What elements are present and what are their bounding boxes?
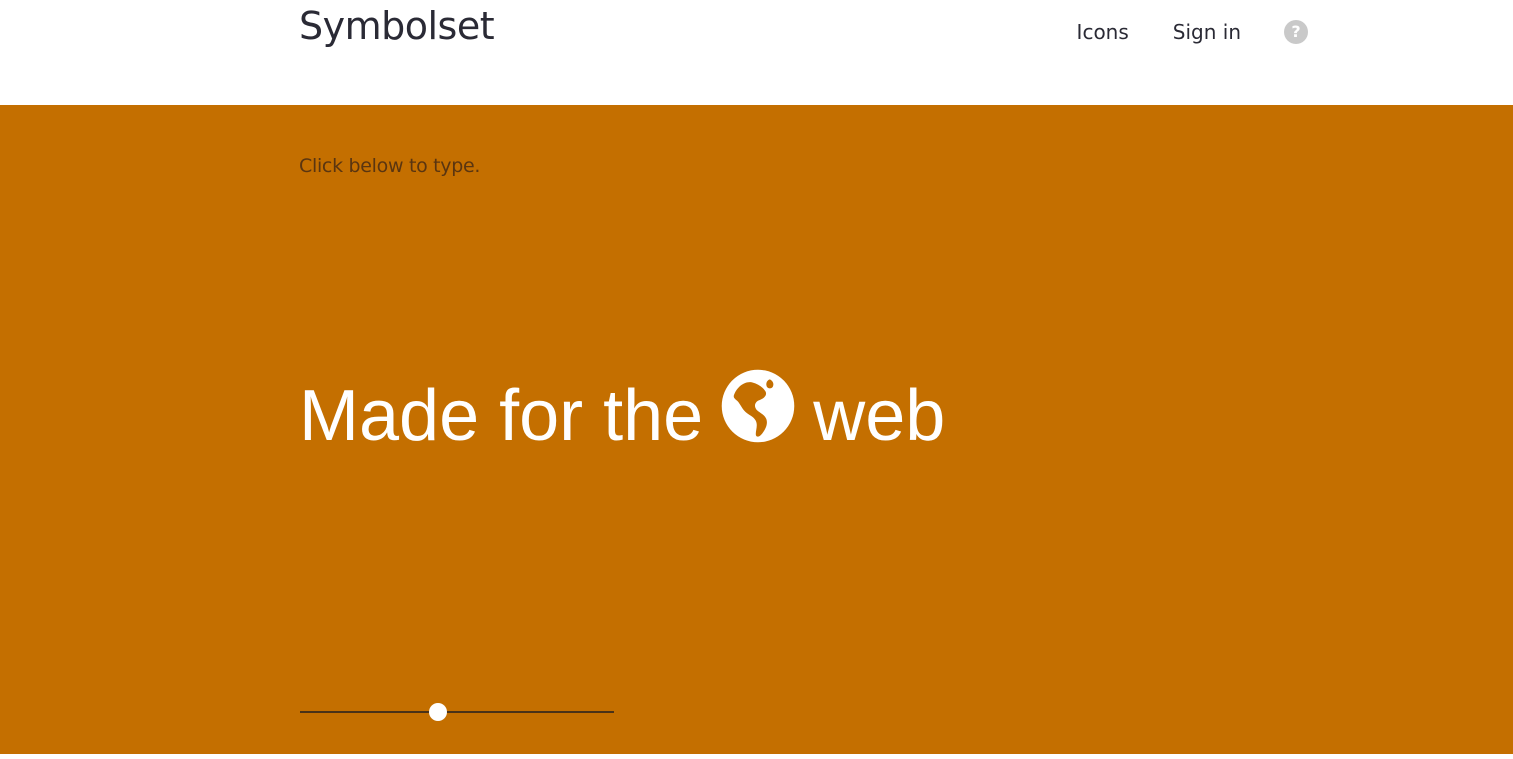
type-instruction: Click below to type. xyxy=(299,155,481,177)
slider-track[interactable] xyxy=(300,711,614,713)
headline-text-after: web xyxy=(813,376,946,456)
slider-thumb[interactable] xyxy=(429,703,448,721)
size-slider[interactable] xyxy=(300,700,614,724)
nav-link-icons[interactable]: Icons xyxy=(1077,20,1129,44)
globe-icon xyxy=(721,369,795,443)
type-tester-headline[interactable]: Made for the web xyxy=(299,369,946,461)
headline-text-before: Made for the xyxy=(299,376,704,456)
hero-section: Click below to type. Made for the web xyxy=(0,105,1513,754)
site-logo[interactable]: Symbolset xyxy=(299,4,495,48)
nav-link-sign-in[interactable]: Sign in xyxy=(1173,20,1241,44)
help-icon[interactable]: ? xyxy=(1284,20,1308,44)
page-bottom xyxy=(0,754,1513,759)
site-header: Symbolset Icons Sign in ? xyxy=(0,0,1513,105)
main-nav: Icons Sign in ? xyxy=(1077,18,1308,46)
